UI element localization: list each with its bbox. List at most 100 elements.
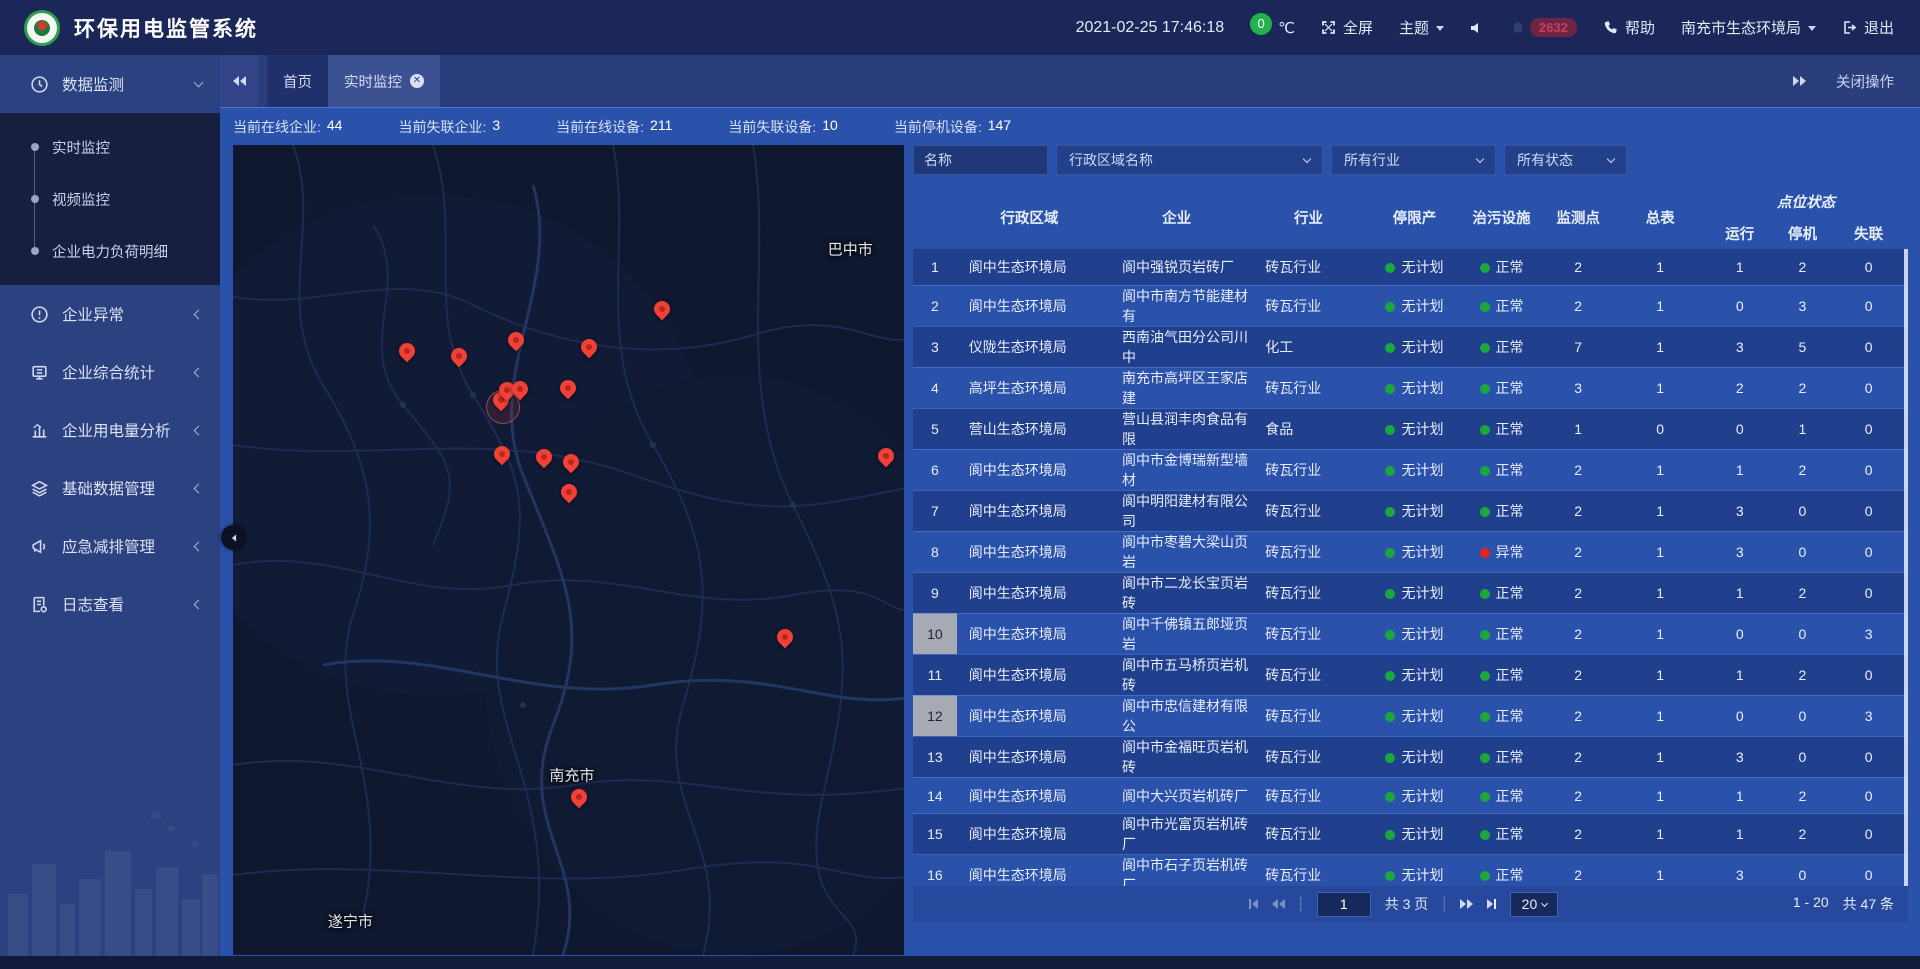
tabs-scroll-right-button[interactable]	[1793, 76, 1806, 86]
page-size-select[interactable]: 20	[1510, 892, 1558, 917]
logout-button[interactable]: 退出	[1842, 17, 1894, 38]
last-page-button[interactable]	[1487, 899, 1496, 909]
cell-running: 3	[1704, 736, 1776, 777]
table-row[interactable]: 8阆中生态环境局阆中市枣碧大梁山页岩砖瓦行业无计划异常21300	[913, 531, 1908, 572]
first-page-button[interactable]	[1249, 899, 1258, 909]
cell-stopped: 0	[1776, 736, 1830, 777]
tab-close-icon[interactable]: ✕	[410, 74, 424, 88]
help-label: 帮助	[1625, 17, 1655, 38]
cell-monitor-points: 2	[1540, 572, 1617, 613]
table-row[interactable]: 12阆中生态环境局阆中市忠信建材有限公砖瓦行业无计划正常21003	[913, 695, 1908, 736]
cell-running: 2	[1704, 367, 1776, 408]
prev-page-button[interactable]	[1272, 899, 1285, 909]
table-row[interactable]: 6阆中生态环境局阆中市金博瑞新型墙材砖瓦行业无计划正常21120	[913, 449, 1908, 490]
cell-monitor-points: 2	[1540, 490, 1617, 531]
status-dot-icon	[1385, 671, 1395, 681]
tab-home[interactable]: 首页	[267, 55, 328, 107]
cell-index: 13	[913, 736, 957, 777]
log-icon	[30, 595, 49, 614]
cell-running: 0	[1704, 285, 1776, 326]
cell-stopped: 2	[1776, 572, 1830, 613]
fullscreen-button[interactable]: 全屏	[1321, 17, 1373, 38]
cell-stopped: 2	[1776, 367, 1830, 408]
page-size-value: 20	[1522, 896, 1538, 912]
sidebar-item-emergency-reduction[interactable]: 应急减排管理	[0, 517, 220, 575]
sidebar-subitem-label: 视频监控	[52, 189, 110, 210]
sidebar-item-log-view[interactable]: 日志查看	[0, 575, 220, 633]
enterprise-table-body[interactable]: 1阆中生态环境局阆中强锐页岩砖厂砖瓦行业无计划正常211202阆中生态环境局阆中…	[913, 249, 1908, 886]
map-canvas[interactable]	[233, 145, 904, 955]
cell-index: 7	[913, 490, 957, 531]
cell-meters: 1	[1616, 613, 1704, 654]
speaker-icon	[1470, 21, 1484, 35]
status-dot-icon	[1385, 589, 1395, 599]
table-row[interactable]: 9阆中生态环境局阆中市二龙长宝页岩砖砖瓦行业无计划正常21120	[913, 572, 1908, 613]
table-row[interactable]: 5营山生态环境局营山县润丰肉食品有限食品无计划正常10010	[913, 408, 1908, 449]
table-row[interactable]: 2阆中生态环境局阆中市南方节能建材有砖瓦行业无计划正常21030	[913, 285, 1908, 326]
map-city-label: 遂宁市	[328, 910, 373, 931]
sidebar-item-enterprise-stats[interactable]: 企业综合统计	[0, 343, 220, 401]
double-right-arrow-icon	[1800, 76, 1806, 86]
sidebar-item-power-analysis[interactable]: 企业用电量分析	[0, 401, 220, 459]
cell-company: 西南油气田分公司川中	[1102, 326, 1251, 367]
table-row[interactable]: 14阆中生态环境局阆中大兴页岩机砖厂砖瓦行业无计划正常21120	[913, 777, 1908, 813]
sidebar-item-label: 企业用电量分析	[62, 419, 182, 441]
close-operations-button[interactable]: 关闭操作	[1836, 71, 1894, 92]
name-search-input[interactable]	[913, 145, 1048, 175]
table-row[interactable]: 10阆中生态环境局阆中千佛镇五郎垭页岩砖瓦行业无计划正常21003	[913, 613, 1908, 654]
status-select-value: 所有状态	[1517, 150, 1573, 170]
table-row[interactable]: 11阆中生态环境局阆中市五马桥页岩机砖砖瓦行业无计划正常21120	[913, 654, 1908, 695]
map-collapse-handle[interactable]	[221, 525, 246, 550]
cell-offline: 0	[1829, 285, 1908, 326]
col-limit: 停限产	[1366, 185, 1464, 249]
status-select[interactable]: 所有状态	[1504, 145, 1627, 175]
sidebar-subitem-power-load-detail[interactable]: 企业电力负荷明细	[0, 225, 220, 277]
megaphone-icon	[30, 537, 49, 556]
table-row[interactable]: 1阆中生态环境局阆中强锐页岩砖厂砖瓦行业无计划正常21120	[913, 249, 1908, 285]
table-row[interactable]: 13阆中生态环境局阆中市金福旺页岩机砖砖瓦行业无计划正常21300	[913, 736, 1908, 777]
cell-running: 1	[1704, 572, 1776, 613]
chevron-down-icon	[194, 78, 204, 88]
cell-monitor-points: 2	[1540, 736, 1617, 777]
table-row[interactable]: 15阆中生态环境局阆中市光富页岩机砖厂砖瓦行业无计划正常21120	[913, 814, 1908, 855]
notification-area[interactable]: 2632	[1510, 18, 1577, 37]
theme-dropdown[interactable]: 主题	[1399, 17, 1444, 38]
sidebar-subitem-label: 实时监控	[52, 137, 110, 158]
cell-meters: 1	[1616, 736, 1704, 777]
sidebar-item-enterprise-abnormal[interactable]: 企业异常	[0, 285, 220, 343]
table-row[interactable]: 3仪陇生态环境局西南油气田分公司川中化工无计划正常71350	[913, 326, 1908, 367]
cell-stopped: 3	[1776, 285, 1830, 326]
page-number-input[interactable]	[1317, 892, 1371, 917]
sidebar-subitem-video-monitor[interactable]: 视频监控	[0, 173, 220, 225]
sidebar-subitem-realtime-monitor[interactable]: 实时监控	[0, 121, 220, 173]
tab-realtime-monitor[interactable]: 实时监控 ✕	[328, 55, 440, 107]
cell-region: 营山生态环境局	[957, 408, 1102, 449]
col-meters: 总表	[1616, 185, 1704, 249]
cell-offline: 0	[1829, 449, 1908, 490]
table-scrollbar[interactable]	[1904, 249, 1908, 886]
cell-meters: 1	[1616, 249, 1704, 285]
map-city-label: 巴中市	[828, 238, 873, 259]
cell-index: 11	[913, 654, 957, 695]
stat-offline-devices: 当前失联设备:10	[728, 117, 837, 137]
sidebar: 数据监测 实时监控 视频监控 企业电力负荷明细 企业异常 企业综合统计 企业用电…	[0, 55, 220, 969]
region-select-value: 行政区域名称	[1069, 150, 1153, 170]
table-row[interactable]: 16阆中生态环境局阆中市石子页岩机砖厂砖瓦行业无计划正常21300	[913, 855, 1908, 886]
map-panel[interactable]: 巴中市南充市遂宁市	[233, 145, 904, 955]
industry-select[interactable]: 所有行业	[1331, 145, 1496, 175]
next-page-button[interactable]	[1460, 899, 1473, 909]
org-dropdown[interactable]: 南充市生态环境局	[1681, 17, 1816, 38]
region-select[interactable]: 行政区域名称	[1056, 145, 1323, 175]
sidebar-item-base-data[interactable]: 基础数据管理	[0, 459, 220, 517]
cell-limit-status: 无计划	[1366, 285, 1464, 326]
sidebar-item-data-monitoring[interactable]: 数据监测	[0, 55, 220, 113]
status-dot-icon	[1385, 302, 1395, 312]
cell-industry: 砖瓦行业	[1251, 490, 1365, 531]
tabs-scroll-left-button[interactable]	[220, 55, 258, 107]
speaker-button[interactable]	[1470, 21, 1484, 35]
table-row[interactable]: 4高坪生态环境局南充市高坪区王家店建砖瓦行业无计划正常31220	[913, 367, 1908, 408]
cell-limit-status: 无计划	[1366, 814, 1464, 855]
table-row[interactable]: 7阆中生态环境局阆中明阳建材有限公司砖瓦行业无计划正常21300	[913, 490, 1908, 531]
help-button[interactable]: 帮助	[1603, 17, 1655, 38]
left-arrow-icon	[231, 534, 235, 541]
